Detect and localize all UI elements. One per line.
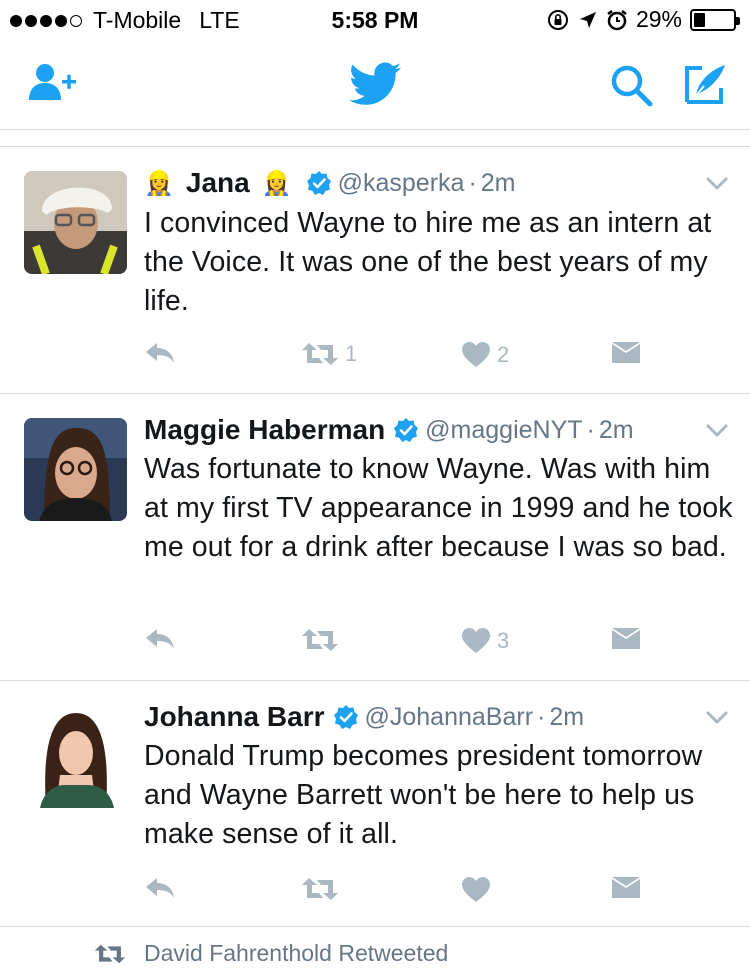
- tweet-text: I convinced Wayne to hire me as an inter…: [144, 207, 712, 317]
- author-name[interactable]: Jana: [186, 167, 250, 199]
- envelope-icon: [612, 342, 640, 363]
- tweet-actions: [144, 876, 664, 916]
- alarm-icon: [607, 9, 627, 30]
- chevron-down-icon[interactable]: [706, 424, 728, 438]
- retweet-count: 1: [345, 341, 358, 366]
- battery-icon: [690, 8, 740, 31]
- chevron-down-icon[interactable]: [706, 177, 728, 191]
- construction-worker-emoji: 👷‍♀️: [144, 169, 174, 197]
- avatar[interactable]: [24, 418, 127, 521]
- tweet-text: Donald Trump becomes president tomorrow …: [144, 740, 703, 850]
- like-count: 2: [497, 341, 510, 367]
- tweet-time[interactable]: 2m: [599, 416, 634, 445]
- heart-icon: [462, 877, 490, 902]
- verified-badge-icon: [333, 705, 358, 729]
- avatar[interactable]: [24, 171, 127, 274]
- status-right: 29%: [546, 6, 740, 33]
- separator-dot: ·: [468, 168, 477, 197]
- tweet-header: Maggie Haberman @maggieNYT · 2m: [144, 414, 634, 446]
- add-user-icon[interactable]: [28, 62, 78, 104]
- reply-button[interactable]: [144, 627, 182, 651]
- rotation-lock-icon: [547, 9, 568, 30]
- tweet-header: Johanna Barr @JohannaBarr · 2m: [144, 701, 584, 733]
- verified-badge-icon: [394, 418, 419, 442]
- retweet-icon: [94, 944, 126, 963]
- retweet-icon: [302, 343, 338, 365]
- status-bar: T-Mobile LTE 5:58 PM 29%: [0, 0, 750, 40]
- heart-icon: [462, 342, 490, 367]
- tweet-time[interactable]: 2m: [481, 169, 516, 198]
- retweet-button[interactable]: 1: [301, 341, 357, 367]
- separator-dot: ·: [537, 702, 546, 731]
- envelope-icon: [612, 628, 640, 649]
- tweet-card[interactable]: 👷‍♀️ Jana 👷‍♀️ @kasperka · 2m I convince…: [0, 147, 750, 394]
- reply-icon: [146, 343, 174, 363]
- like-button[interactable]: [461, 876, 497, 903]
- avatar[interactable]: [24, 705, 127, 808]
- author-name[interactable]: Maggie Haberman: [144, 414, 385, 446]
- tweet-card[interactable]: Johanna Barr @JohannaBarr · 2m Donald Tr…: [0, 681, 750, 927]
- retweet-button[interactable]: [301, 876, 345, 902]
- compose-icon[interactable]: [684, 62, 728, 106]
- direct-message-button[interactable]: [611, 627, 647, 651]
- envelope-icon: [612, 877, 640, 898]
- author-handle[interactable]: @kasperka: [338, 169, 465, 198]
- author-handle[interactable]: @JohannaBarr: [365, 703, 534, 732]
- reply-button[interactable]: [144, 876, 182, 900]
- reply-button[interactable]: [144, 341, 182, 365]
- retweet-icon: [302, 878, 338, 900]
- battery-percent: 29%: [635, 6, 682, 32]
- chevron-down-icon[interactable]: [706, 711, 728, 725]
- retweeted-by-label: David Fahrenthold Retweeted: [144, 940, 449, 966]
- retweeted-by-row[interactable]: David Fahrenthold Retweeted: [94, 940, 448, 967]
- location-arrow-icon: [579, 11, 596, 28]
- tweet-card[interactable]: Maggie Haberman @maggieNYT · 2m Was fort…: [0, 394, 750, 681]
- twitter-bird-icon[interactable]: [349, 62, 401, 106]
- direct-message-button[interactable]: [611, 876, 647, 900]
- tweet-header: 👷‍♀️ Jana 👷‍♀️ @kasperka · 2m: [144, 167, 516, 199]
- tweet-text: Was fortunate to know Wayne. Was with hi…: [144, 453, 733, 563]
- verified-badge-icon: [306, 171, 331, 195]
- tweet-time[interactable]: 2m: [549, 703, 584, 732]
- top-nav-bar: [0, 40, 750, 130]
- tweet-actions: 3: [144, 627, 664, 667]
- tweet-actions: 1 2: [144, 341, 664, 381]
- author-name[interactable]: Johanna Barr: [144, 701, 325, 733]
- search-icon[interactable]: [610, 64, 654, 108]
- like-count: 3: [497, 627, 510, 653]
- reply-icon: [146, 629, 174, 649]
- retweet-button[interactable]: [301, 627, 345, 653]
- direct-message-button[interactable]: [611, 341, 647, 365]
- like-button[interactable]: 2: [461, 341, 509, 368]
- retweet-icon: [302, 629, 338, 651]
- author-handle[interactable]: @maggieNYT: [425, 416, 582, 445]
- construction-worker-emoji: 👷‍♀️: [261, 169, 292, 197]
- separator-dot: ·: [586, 415, 595, 444]
- heart-icon: [462, 628, 490, 653]
- like-button[interactable]: 3: [461, 627, 509, 654]
- reply-icon: [146, 878, 174, 898]
